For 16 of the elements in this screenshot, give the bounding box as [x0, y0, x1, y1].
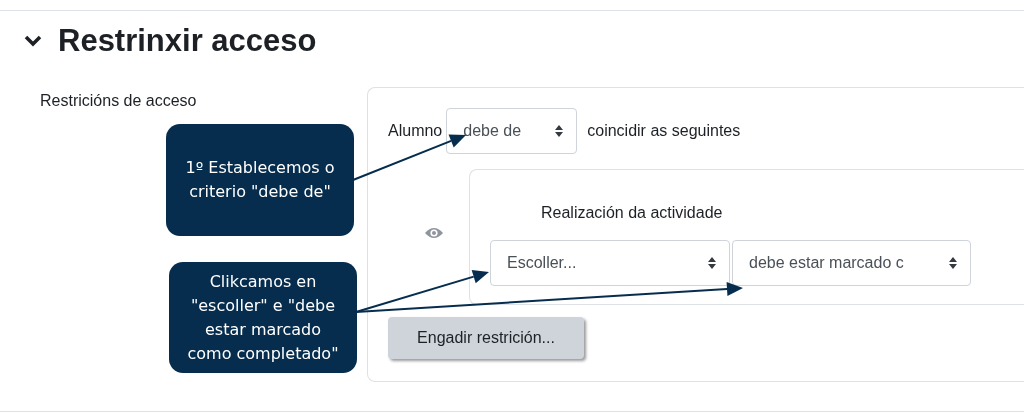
callout: Clikcamos en "escoller" e "debe estar marcado como completado"	[169, 262, 357, 373]
add-restriction-button[interactable]: Engadir restrición...	[388, 317, 584, 359]
sort-icon	[948, 256, 958, 270]
chevron-down-icon[interactable]	[24, 35, 42, 47]
condition-title: Realización da actividade	[541, 203, 723, 223]
match-prefix: Alumno	[388, 121, 443, 141]
callout: 1º Establecemos o criterio "debe de"	[166, 124, 354, 236]
completion-select[interactable]: debe estar marcado c	[732, 240, 971, 286]
activity-select[interactable]: Escoller...	[490, 240, 730, 286]
sort-icon	[554, 124, 565, 138]
sort-icon	[707, 256, 717, 270]
field-label: Restricións de acceso	[40, 92, 197, 109]
eye-icon[interactable]	[423, 226, 444, 240]
match-suffix: coincidir as seguintes	[587, 121, 741, 141]
match-mode-select[interactable]: debe de	[446, 108, 578, 154]
section-title: Restrinxir acceso	[58, 21, 317, 60]
